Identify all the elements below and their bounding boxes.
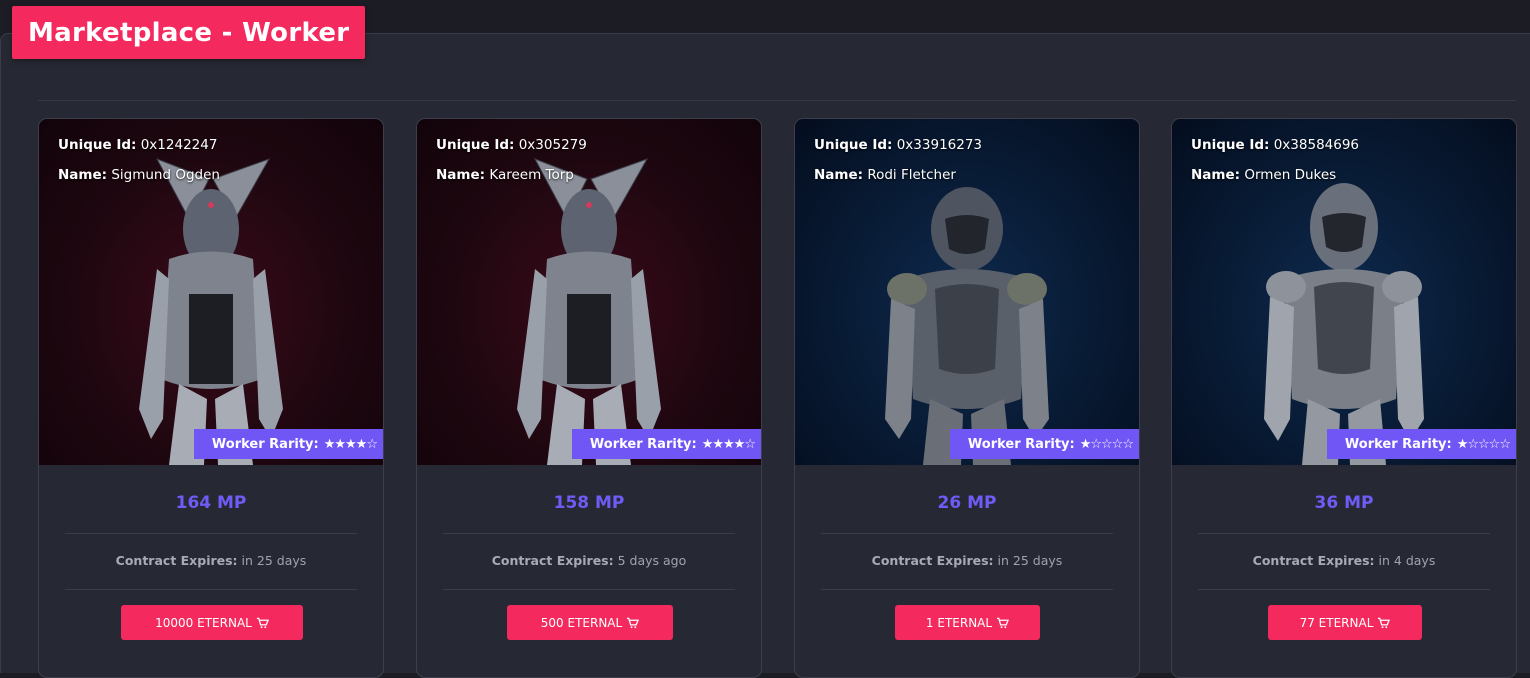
- worker-name-value: Sigmund Ogden: [111, 167, 220, 183]
- rarity-label: Worker Rarity:: [967, 436, 1075, 452]
- worker-card: Unique Id: 0x305279 Name: Kareem Torp Wo…: [416, 118, 762, 678]
- buy-button[interactable]: 500 ETERNAL: [507, 605, 673, 640]
- shopping-cart-icon: [1378, 617, 1391, 628]
- contract-expires-value: 5 days ago: [617, 553, 687, 568]
- divider: [65, 589, 357, 590]
- rarity-badge: Worker Rarity: ★☆☆☆☆: [949, 429, 1139, 459]
- unique-id-line: Unique Id: 0x305279: [436, 137, 587, 153]
- contract-expires-value: in 4 days: [1378, 553, 1436, 568]
- rarity-badge: Worker Rarity: ★★★★☆: [571, 429, 761, 459]
- buy-button[interactable]: 10000 ETERNAL: [121, 605, 303, 640]
- divider: [1198, 589, 1490, 590]
- divider: [1198, 533, 1490, 534]
- buy-button[interactable]: 77 ETERNAL: [1268, 605, 1422, 640]
- divider: [65, 533, 357, 534]
- contract-expires: Contract Expires: in 25 days: [39, 553, 383, 568]
- name-label: Name:: [1191, 167, 1241, 183]
- contract-expires-label: Contract Expires:: [115, 553, 238, 568]
- price: 36 MP: [1314, 493, 1374, 513]
- rarity-stars: ★☆☆☆☆: [1079, 436, 1134, 452]
- worker-card: Unique Id: 0x1242247 Name: Sigmund Ogden…: [38, 118, 384, 678]
- shopping-cart-icon: [997, 617, 1010, 628]
- contract-expires: Contract Expires: in 4 days: [1172, 553, 1516, 568]
- rarity-badge: Worker Rarity: ★★★★☆: [193, 429, 383, 459]
- shopping-cart-icon: [256, 617, 269, 628]
- divider: [443, 533, 735, 534]
- unique-id-line: Unique Id: 0x33916273: [814, 137, 982, 153]
- unique-id-value: 0x1242247: [140, 137, 218, 153]
- contract-expires-label: Contract Expires:: [871, 553, 994, 568]
- worker-name-value: Kareem Torp: [489, 167, 574, 183]
- unique-id-value: 0x33916273: [896, 137, 983, 153]
- rarity-label: Worker Rarity:: [211, 436, 319, 452]
- rarity-label: Worker Rarity:: [1344, 436, 1452, 452]
- divider: [821, 589, 1113, 590]
- shopping-cart-icon: [627, 617, 640, 628]
- unique-id-line: Unique Id: 0x38584696: [1191, 137, 1359, 153]
- name-label: Name:: [814, 167, 864, 183]
- buy-button[interactable]: 1 ETERNAL: [895, 605, 1040, 640]
- contract-expires: Contract Expires: in 25 days: [795, 553, 1139, 568]
- unique-id-label: Unique Id:: [814, 137, 893, 153]
- buy-button-label: 500 ETERNAL: [540, 615, 623, 630]
- price: 164 MP: [175, 493, 247, 513]
- buy-button-label: 77 ETERNAL: [1299, 615, 1374, 630]
- unique-id-label: Unique Id:: [1191, 137, 1270, 153]
- rarity-label: Worker Rarity:: [589, 436, 697, 452]
- contract-expires-label: Contract Expires:: [491, 553, 614, 568]
- rarity-stars: ★★★★☆: [701, 436, 756, 452]
- contract-expires-label: Contract Expires:: [1252, 553, 1375, 568]
- divider: [821, 533, 1113, 534]
- unique-id-line: Unique Id: 0x1242247: [58, 137, 217, 153]
- contract-expires-value: in 25 days: [997, 553, 1063, 568]
- price: 26 MP: [937, 493, 997, 513]
- contract-expires: Contract Expires: 5 days ago: [417, 553, 761, 568]
- worker-card: Unique Id: 0x38584696 Name: Ormen Dukes …: [1171, 118, 1517, 678]
- name-line: Name: Rodi Fletcher: [814, 167, 956, 183]
- name-label: Name:: [58, 167, 108, 183]
- header-divider: [38, 100, 1516, 101]
- rarity-badge: Worker Rarity: ★☆☆☆☆: [1326, 429, 1516, 459]
- divider: [443, 589, 735, 590]
- worker-name-value: Rodi Fletcher: [867, 167, 956, 183]
- unique-id-label: Unique Id:: [436, 137, 515, 153]
- worker-name-value: Ormen Dukes: [1244, 167, 1337, 183]
- page-title: Marketplace - Worker: [12, 6, 366, 59]
- unique-id-value: 0x38584696: [1273, 137, 1360, 153]
- rarity-stars: ★★★★☆: [323, 436, 378, 452]
- contract-expires-value: in 25 days: [241, 553, 307, 568]
- rarity-stars: ★☆☆☆☆: [1456, 436, 1511, 452]
- unique-id-value: 0x305279: [518, 137, 587, 153]
- name-line: Name: Kareem Torp: [436, 167, 574, 183]
- buy-button-label: 1 ETERNAL: [925, 615, 993, 630]
- unique-id-label: Unique Id:: [58, 137, 137, 153]
- name-line: Name: Ormen Dukes: [1191, 167, 1336, 183]
- price: 158 MP: [553, 493, 625, 513]
- worker-card: Unique Id: 0x33916273 Name: Rodi Fletche…: [794, 118, 1140, 678]
- name-line: Name: Sigmund Ogden: [58, 167, 220, 183]
- buy-button-label: 10000 ETERNAL: [155, 615, 252, 630]
- name-label: Name:: [436, 167, 486, 183]
